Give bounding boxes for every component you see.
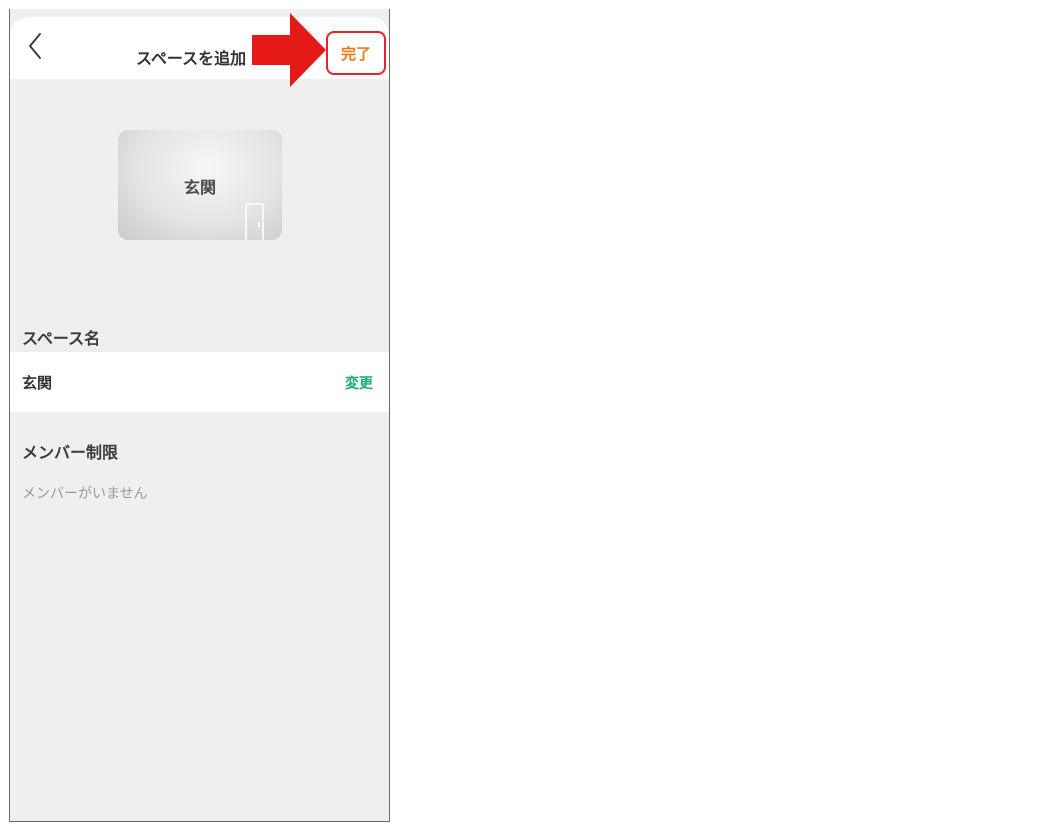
space-image-card[interactable]: 玄関 xyxy=(118,130,282,240)
member-limit-section-label: メンバー制限 xyxy=(22,443,119,462)
space-name-row: 玄関 変更 xyxy=(10,352,389,412)
space-name-value: 玄関 xyxy=(22,374,53,392)
back-button[interactable] xyxy=(24,31,50,61)
change-button[interactable]: 変更 xyxy=(345,373,373,393)
header-bar: スペースを追加 完了 xyxy=(10,17,389,79)
space-name-section-label: スペース名 xyxy=(22,329,101,348)
card-label: 玄関 xyxy=(183,178,216,197)
phone-screen: スペースを追加 完了 玄関 スペース名 玄関 変更 メンバー制限 メンバーがいま… xyxy=(9,9,390,822)
door-icon xyxy=(245,203,264,240)
red-arrow-annotation xyxy=(252,13,326,87)
member-empty-text: メンバーがいません xyxy=(22,486,148,502)
page-title: スペースを追加 xyxy=(136,49,247,68)
page-title-clip: スペースを追加 xyxy=(136,33,264,73)
chevron-left-icon xyxy=(29,33,41,59)
done-button[interactable]: 完了 xyxy=(326,31,386,75)
